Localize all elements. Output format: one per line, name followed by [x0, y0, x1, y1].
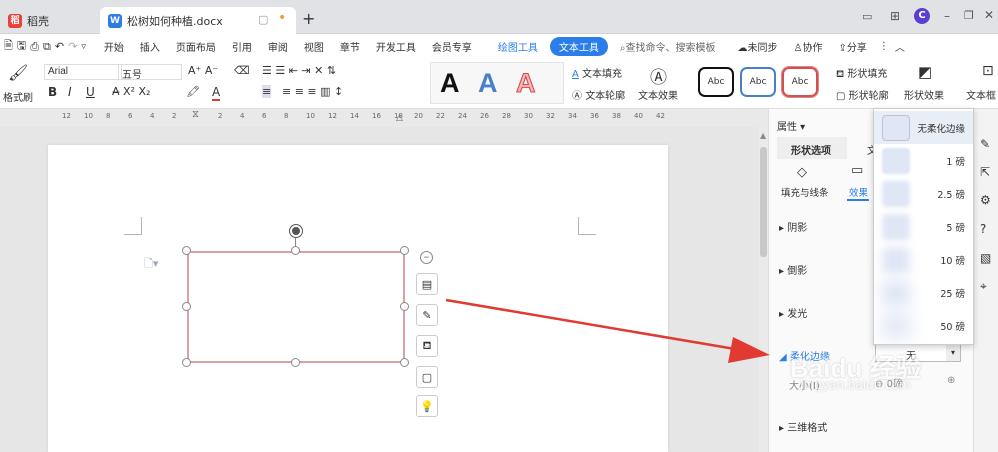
annotation-arrow — [445, 298, 770, 363]
arrow-head — [728, 337, 770, 363]
arrow-line — [445, 298, 736, 351]
